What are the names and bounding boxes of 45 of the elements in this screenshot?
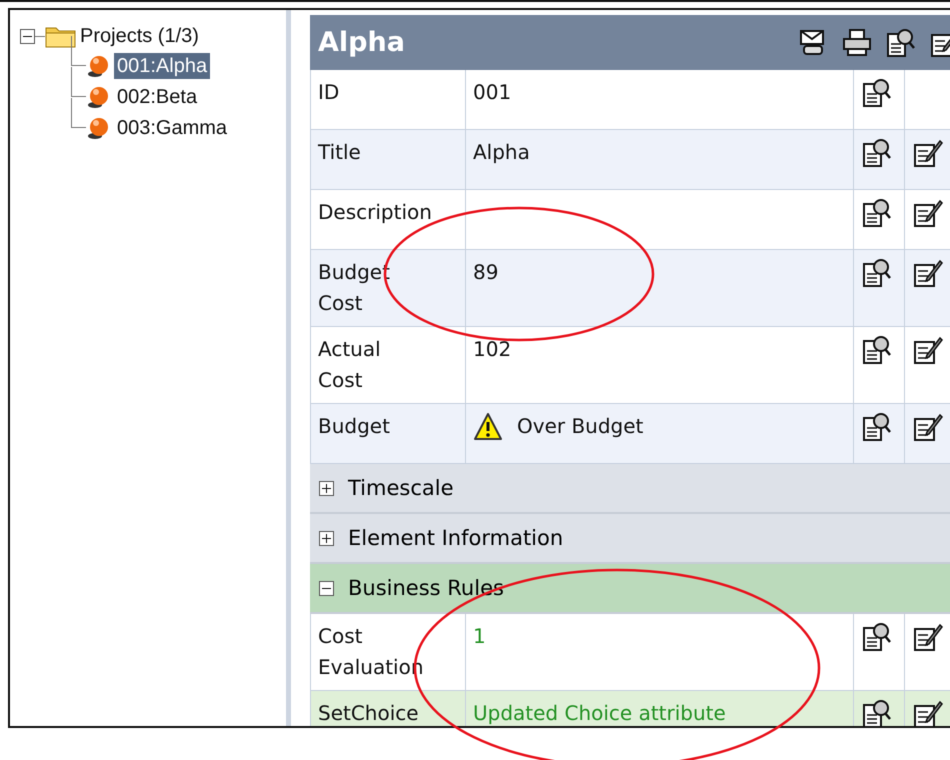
document-pencil-icon[interactable] xyxy=(913,699,943,726)
document-magnifier-icon[interactable] xyxy=(862,78,892,108)
section-header[interactable]: Element Information xyxy=(310,514,950,564)
section-header[interactable]: Business Rules xyxy=(310,564,950,614)
expand-toggle[interactable] xyxy=(319,480,334,496)
expand-toggle[interactable] xyxy=(319,530,334,546)
field-label: SetChoice xyxy=(310,691,466,726)
document-magnifier-icon[interactable] xyxy=(862,699,892,726)
field-value: Alpha xyxy=(473,139,530,166)
printer-icon[interactable] xyxy=(842,28,872,58)
tree-connector xyxy=(71,98,86,128)
document-pencil-icon[interactable] xyxy=(913,412,943,442)
document-pencil-icon[interactable] xyxy=(913,138,943,168)
collapse-toggle[interactable] xyxy=(319,580,334,596)
section-title: Timescale xyxy=(348,476,454,500)
field-value: Over Budget xyxy=(517,413,644,440)
tree-root-label[interactable]: Projects (1/3) xyxy=(80,24,199,48)
record-title: Alpha xyxy=(318,27,405,58)
collapse-toggle[interactable] xyxy=(20,28,35,44)
document-pencil-icon[interactable] xyxy=(913,198,943,228)
field-value: 1 xyxy=(473,623,486,650)
tree-item[interactable]: 003:Gamma xyxy=(114,114,230,140)
field-value: 102 xyxy=(473,336,512,363)
tree-connector xyxy=(71,67,86,97)
document-pencil-icon[interactable] xyxy=(913,258,943,288)
section-title: Element Information xyxy=(348,526,564,550)
document-magnifier-icon[interactable] xyxy=(862,335,892,365)
section-header[interactable]: Timescale xyxy=(310,464,950,514)
ball-icon xyxy=(86,84,110,108)
document-pencil-icon[interactable] xyxy=(913,622,943,652)
field-value: Updated Choice attribute xyxy=(473,700,726,726)
document-pencil-icon[interactable] xyxy=(913,335,943,365)
tree-item[interactable]: 002:Beta xyxy=(114,84,200,110)
section-title: Business Rules xyxy=(348,576,504,600)
document-magnifier-icon[interactable] xyxy=(862,138,892,168)
tree-item[interactable]: 001:Alpha xyxy=(114,52,210,78)
document-magnifier-icon[interactable] xyxy=(862,258,892,288)
document-magnifier-icon[interactable] xyxy=(886,28,916,58)
ball-icon xyxy=(86,116,110,140)
document-magnifier-icon[interactable] xyxy=(862,198,892,228)
ball-icon xyxy=(86,54,110,78)
document-magnifier-icon[interactable] xyxy=(862,622,892,652)
document-magnifier-icon[interactable] xyxy=(862,412,892,442)
field-value: 001 xyxy=(473,79,512,106)
field-value: 89 xyxy=(473,259,498,286)
